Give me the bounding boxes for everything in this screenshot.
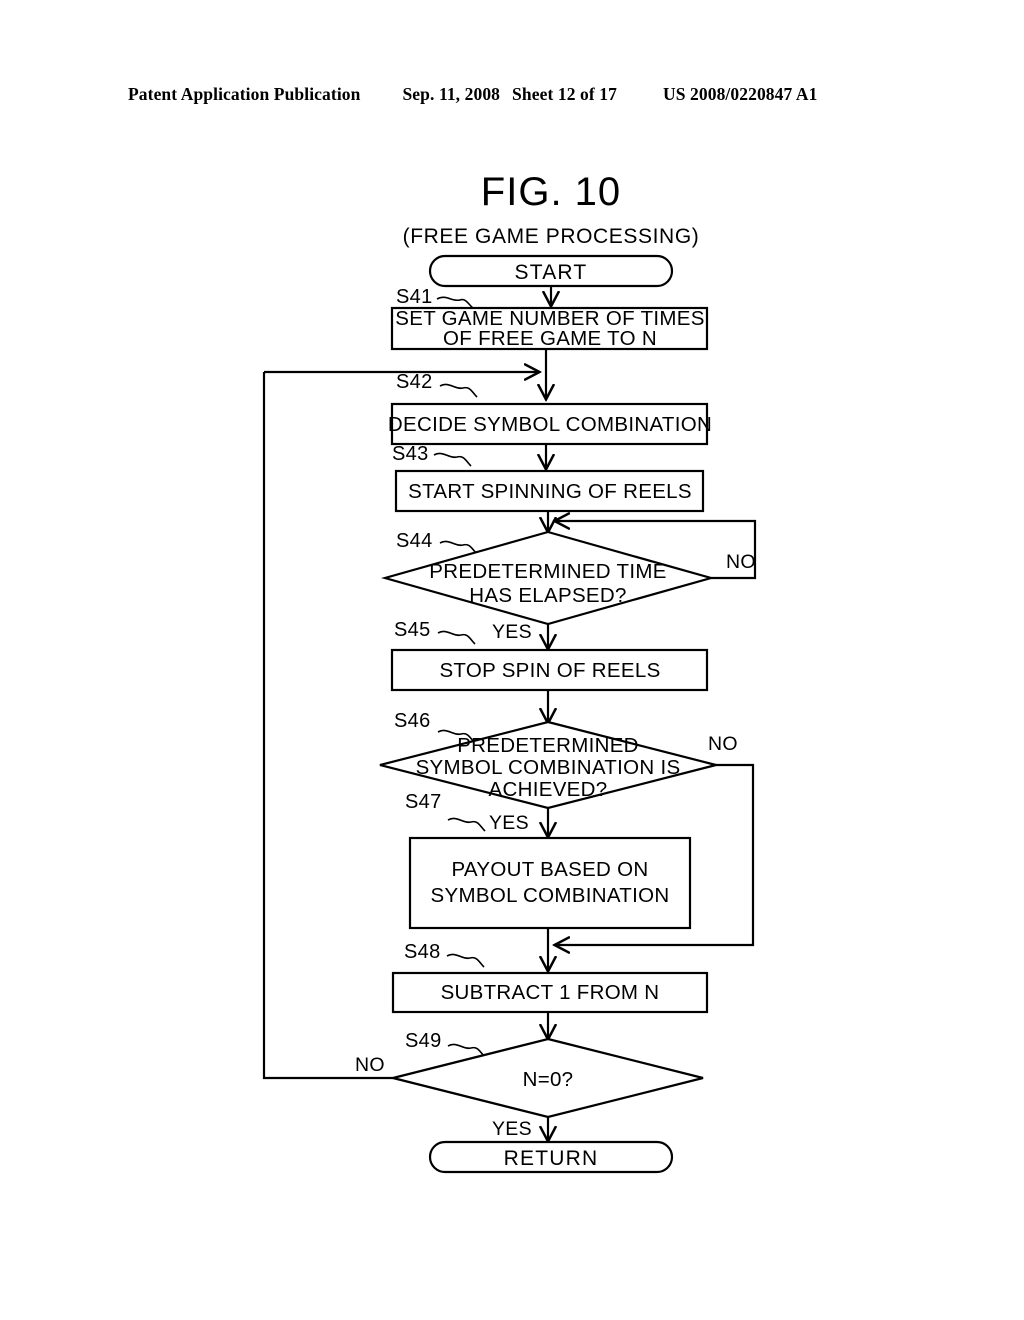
node-s47-line2: SYMBOL COMBINATION [431, 884, 670, 907]
leader-s47 [447, 817, 486, 832]
node-s47 [408, 836, 692, 930]
step-label-s41: S41 [396, 286, 433, 308]
node-s47-line1: PAYOUT BASED ON [451, 858, 648, 881]
branch-label-s44-no: NO [726, 551, 756, 573]
node-return-label: RETURN [504, 1147, 599, 1170]
node-start-label: START [515, 261, 588, 284]
figure-subtitle: (FREE GAME PROCESSING) [403, 225, 700, 248]
figure-flowchart: FIG. 10 (FREE GAME PROCESSING) START S41… [0, 0, 1024, 1320]
branch-label-s49-no: NO [355, 1054, 385, 1076]
step-label-s43: S43 [392, 443, 429, 465]
node-s49-line1: N=0? [523, 1068, 574, 1091]
node-s45-line1: STOP SPIN OF REELS [439, 659, 660, 682]
leader-s45 [437, 630, 476, 645]
figure-title: FIG. 10 [481, 170, 621, 214]
step-label-s42: S42 [396, 371, 433, 393]
step-label-s48: S48 [404, 941, 441, 963]
branch-label-s46-yes: YES [489, 812, 529, 834]
step-label-s45: S45 [394, 619, 431, 641]
node-s44-line2: HAS ELAPSED? [469, 584, 626, 607]
step-label-s44: S44 [396, 530, 433, 552]
step-label-s47: S47 [405, 791, 442, 813]
node-s43-line1: START SPINNING OF REELS [408, 480, 692, 503]
branch-label-s49-yes: YES [492, 1118, 532, 1140]
node-s44-line1: PREDETERMINED TIME [429, 560, 666, 583]
leader-s42 [439, 383, 478, 398]
node-s46-line3: ACHIEVED? [489, 778, 608, 801]
node-s48-line1: SUBTRACT 1 FROM N [441, 981, 660, 1004]
node-s46-line2: SYMBOL COMBINATION IS [416, 756, 681, 779]
leader-s44 [439, 540, 478, 555]
step-label-s49: S49 [405, 1030, 442, 1052]
branch-label-s44-yes: YES [492, 621, 532, 643]
leader-s43 [433, 452, 472, 467]
node-s41-line2: OF FREE GAME TO N [443, 327, 657, 350]
edge-s49-no-to-s42 [262, 372, 393, 1080]
node-s46-line1: PREDETERMINED [457, 734, 639, 757]
leader-s48 [446, 953, 485, 968]
branch-label-s46-no: NO [708, 733, 738, 755]
step-label-s46: S46 [394, 710, 431, 732]
node-s42-line1: DECIDE SYMBOL COMBINATION [388, 413, 712, 436]
